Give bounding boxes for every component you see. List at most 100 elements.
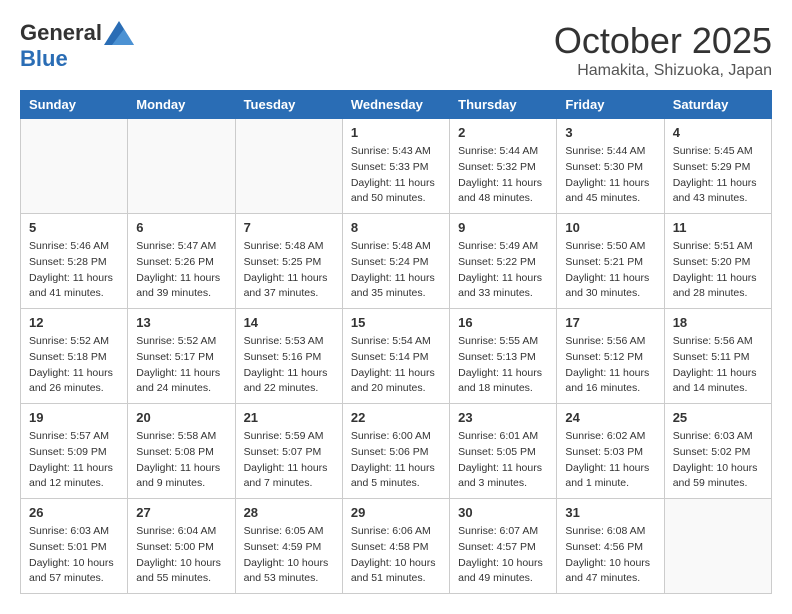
header: General Blue October 2025 Hamakita, Shiz… xyxy=(20,20,772,80)
weekday-header-tuesday: Tuesday xyxy=(235,91,342,119)
day-cell: 3 Sunrise: 5:44 AMSunset: 5:30 PMDaylight… xyxy=(557,119,664,214)
day-info: Sunrise: 5:52 AMSunset: 5:18 PMDaylight:… xyxy=(29,334,119,397)
day-number: 16 xyxy=(458,315,548,330)
week-row-2: 5 Sunrise: 5:46 AMSunset: 5:28 PMDaylight… xyxy=(21,214,772,309)
day-info: Sunrise: 6:06 AMSunset: 4:58 PMDaylight:… xyxy=(351,524,441,587)
day-number: 24 xyxy=(565,410,655,425)
day-cell: 22Sunrise: 6:00 AMSunset: 5:06 PMDayligh… xyxy=(342,404,449,499)
day-number: 1 xyxy=(351,125,441,140)
day-cell: 20 Sunrise: 5:58 AMSunset: 5:08 PMDayligh… xyxy=(128,404,235,499)
logo-general-text: General xyxy=(20,20,102,46)
title-area: October 2025 Hamakita, Shizuoka, Japan xyxy=(554,20,772,80)
day-info: Sunrise: 5:54 AMSunset: 5:14 PMDaylight:… xyxy=(351,334,441,397)
logo-icon xyxy=(104,21,134,45)
day-info: Sunrise: 6:03 AMSunset: 5:02 PMDaylight:… xyxy=(673,429,763,492)
day-cell xyxy=(664,499,771,594)
day-cell: 18 Sunrise: 5:56 AMSunset: 5:11 PMDayligh… xyxy=(664,309,771,404)
day-number: 25 xyxy=(673,410,763,425)
day-number: 18 xyxy=(673,315,763,330)
day-number: 2 xyxy=(458,125,548,140)
day-cell: 17 Sunrise: 5:56 AMSunset: 5:12 PMDayligh… xyxy=(557,309,664,404)
day-info: Sunrise: 6:03 AMSunset: 5:01 PMDaylight:… xyxy=(29,524,119,587)
day-info: Sunrise: 5:48 AMSunset: 5:25 PMDaylight:… xyxy=(244,239,334,302)
day-number: 5 xyxy=(29,220,119,235)
day-number: 17 xyxy=(565,315,655,330)
day-number: 27 xyxy=(136,505,226,520)
day-cell: 28 Sunrise: 6:05 AMSunset: 4:59 PMDayligh… xyxy=(235,499,342,594)
day-info: Sunrise: 6:08 AMSunset: 4:56 PMDaylight:… xyxy=(565,524,655,587)
day-number: 12 xyxy=(29,315,119,330)
weekday-header-thursday: Thursday xyxy=(450,91,557,119)
day-number: 3 xyxy=(565,125,655,140)
day-cell: 8 Sunrise: 5:48 AMSunset: 5:24 PMDaylight… xyxy=(342,214,449,309)
day-number: 11 xyxy=(673,220,763,235)
day-info: Sunrise: 5:48 AMSunset: 5:24 PMDaylight:… xyxy=(351,239,441,302)
day-info: Sunrise: 5:49 AMSunset: 5:22 PMDaylight:… xyxy=(458,239,548,302)
day-number: 30 xyxy=(458,505,548,520)
day-cell: 24 Sunrise: 6:02 AMSunset: 5:03 PMDayligh… xyxy=(557,404,664,499)
day-number: 9 xyxy=(458,220,548,235)
day-info: Sunrise: 6:05 AMSunset: 4:59 PMDaylight:… xyxy=(244,524,334,587)
day-info: Sunrise: 5:56 AMSunset: 5:11 PMDaylight:… xyxy=(673,334,763,397)
day-cell: 26 Sunrise: 6:03 AMSunset: 5:01 PMDayligh… xyxy=(21,499,128,594)
week-row-1: 1 Sunrise: 5:43 AMSunset: 5:33 PMDaylight… xyxy=(21,119,772,214)
weekday-header-sunday: Sunday xyxy=(21,91,128,119)
day-number: 29 xyxy=(351,505,441,520)
day-cell xyxy=(21,119,128,214)
day-cell: 21Sunrise: 5:59 AMSunset: 5:07 PMDayligh… xyxy=(235,404,342,499)
day-info: Sunrise: 5:44 AMSunset: 5:30 PMDaylight:… xyxy=(565,144,655,207)
day-cell: 5 Sunrise: 5:46 AMSunset: 5:28 PMDaylight… xyxy=(21,214,128,309)
weekday-header-friday: Friday xyxy=(557,91,664,119)
day-cell: 15 Sunrise: 5:54 AMSunset: 5:14 PMDayligh… xyxy=(342,309,449,404)
day-number: 22 xyxy=(351,410,441,425)
weekday-header-wednesday: Wednesday xyxy=(342,91,449,119)
day-info: Sunrise: 5:46 AMSunset: 5:28 PMDaylight:… xyxy=(29,239,119,302)
day-info: Sunrise: 5:45 AMSunset: 5:29 PMDaylight:… xyxy=(673,144,763,207)
day-cell: 10 Sunrise: 5:50 AMSunset: 5:21 PMDayligh… xyxy=(557,214,664,309)
day-info: Sunrise: 6:02 AMSunset: 5:03 PMDaylight:… xyxy=(565,429,655,492)
weekday-header-monday: Monday xyxy=(128,91,235,119)
day-info: Sunrise: 5:53 AMSunset: 5:16 PMDaylight:… xyxy=(244,334,334,397)
day-number: 15 xyxy=(351,315,441,330)
day-cell: 23 Sunrise: 6:01 AMSunset: 5:05 PMDayligh… xyxy=(450,404,557,499)
day-number: 28 xyxy=(244,505,334,520)
day-number: 13 xyxy=(136,315,226,330)
day-cell: 14Sunrise: 5:53 AMSunset: 5:16 PMDayligh… xyxy=(235,309,342,404)
logo: General Blue xyxy=(20,20,134,72)
day-cell: 7 Sunrise: 5:48 AMSunset: 5:25 PMDaylight… xyxy=(235,214,342,309)
day-cell: 2Sunrise: 5:44 AMSunset: 5:32 PMDaylight… xyxy=(450,119,557,214)
week-row-3: 12 Sunrise: 5:52 AMSunset: 5:18 PMDayligh… xyxy=(21,309,772,404)
day-cell xyxy=(235,119,342,214)
week-row-4: 19Sunrise: 5:57 AMSunset: 5:09 PMDayligh… xyxy=(21,404,772,499)
calendar: SundayMondayTuesdayWednesdayThursdayFrid… xyxy=(20,90,772,594)
day-cell: 16 Sunrise: 5:55 AMSunset: 5:13 PMDayligh… xyxy=(450,309,557,404)
day-cell: 11Sunrise: 5:51 AMSunset: 5:20 PMDayligh… xyxy=(664,214,771,309)
day-info: Sunrise: 5:58 AMSunset: 5:08 PMDaylight:… xyxy=(136,429,226,492)
day-info: Sunrise: 5:52 AMSunset: 5:17 PMDaylight:… xyxy=(136,334,226,397)
day-number: 23 xyxy=(458,410,548,425)
day-cell: 6 Sunrise: 5:47 AMSunset: 5:26 PMDaylight… xyxy=(128,214,235,309)
day-info: Sunrise: 5:57 AMSunset: 5:09 PMDaylight:… xyxy=(29,429,119,492)
day-info: Sunrise: 5:56 AMSunset: 5:12 PMDaylight:… xyxy=(565,334,655,397)
day-cell: 1 Sunrise: 5:43 AMSunset: 5:33 PMDaylight… xyxy=(342,119,449,214)
day-number: 26 xyxy=(29,505,119,520)
day-cell: 13 Sunrise: 5:52 AMSunset: 5:17 PMDayligh… xyxy=(128,309,235,404)
day-number: 20 xyxy=(136,410,226,425)
day-number: 10 xyxy=(565,220,655,235)
weekday-header-row: SundayMondayTuesdayWednesdayThursdayFrid… xyxy=(21,91,772,119)
day-info: Sunrise: 6:01 AMSunset: 5:05 PMDaylight:… xyxy=(458,429,548,492)
day-info: Sunrise: 5:47 AMSunset: 5:26 PMDaylight:… xyxy=(136,239,226,302)
day-number: 7 xyxy=(244,220,334,235)
day-info: Sunrise: 5:59 AMSunset: 5:07 PMDaylight:… xyxy=(244,429,334,492)
day-number: 8 xyxy=(351,220,441,235)
day-cell: 31Sunrise: 6:08 AMSunset: 4:56 PMDayligh… xyxy=(557,499,664,594)
location: Hamakita, Shizuoka, Japan xyxy=(554,62,772,80)
day-cell: 29 Sunrise: 6:06 AMSunset: 4:58 PMDayligh… xyxy=(342,499,449,594)
day-info: Sunrise: 5:43 AMSunset: 5:33 PMDaylight:… xyxy=(351,144,441,207)
day-info: Sunrise: 6:07 AMSunset: 4:57 PMDaylight:… xyxy=(458,524,548,587)
day-number: 6 xyxy=(136,220,226,235)
day-cell: 25 Sunrise: 6:03 AMSunset: 5:02 PMDayligh… xyxy=(664,404,771,499)
week-row-5: 26 Sunrise: 6:03 AMSunset: 5:01 PMDayligh… xyxy=(21,499,772,594)
day-info: Sunrise: 5:55 AMSunset: 5:13 PMDaylight:… xyxy=(458,334,548,397)
day-info: Sunrise: 5:50 AMSunset: 5:21 PMDaylight:… xyxy=(565,239,655,302)
